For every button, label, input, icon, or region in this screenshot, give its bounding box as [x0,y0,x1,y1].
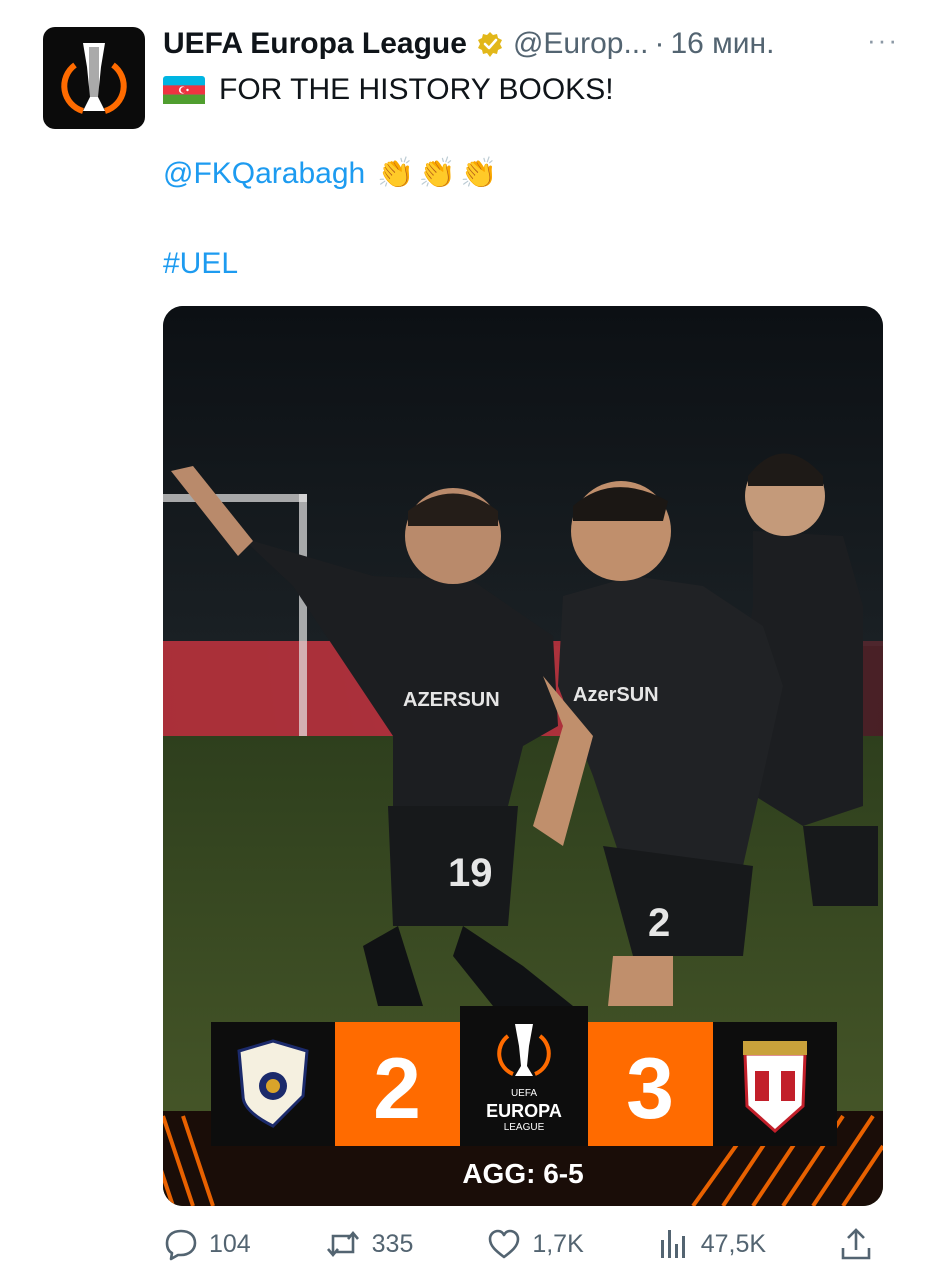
more-options-icon[interactable]: ··· [867,25,899,56]
shirt-sponsor-center: AzerSUN [573,684,659,706]
tweet-media-image[interactable]: 19 AZERSUN 2 AzerSUN 2 UEFA EUROPA LEAGU… [163,306,883,1206]
azerbaijan-flag-icon [163,76,205,104]
heart-icon [489,1229,520,1259]
verified-badge-icon [477,32,502,57]
tweet-headline: FOR THE HISTORY BOOKS! [219,73,614,106]
europa-league-logo-icon [61,43,127,114]
away-score: 3 [626,1041,674,1137]
scoreboard: 2 UEFA EUROPA LEAGUE 3 AGG: 6-5 [163,1006,883,1206]
repost-icon [326,1230,359,1258]
clapping-hands-emoji: 👏👏👏 [377,157,502,190]
match-photo: 19 AZERSUN 2 AzerSUN 2 UEFA EUROPA LEAGU… [163,306,883,1206]
view-count: 47,5K [700,1229,767,1258]
shirt-number-center: 2 [648,901,670,945]
tweet-actions: 104 335 1,7K 47,5K [163,1222,883,1266]
like-button[interactable]: 1,7K [486,1226,584,1262]
reply-button[interactable]: 104 [163,1226,251,1262]
tweet-header: UEFA Europa League @Europ... · 16 мин. [163,22,907,66]
repost-button[interactable]: 335 [324,1226,414,1262]
avatar[interactable] [43,27,145,129]
share-icon [841,1228,871,1260]
shirt-sponsor-left: AZERSUN [403,689,500,711]
logo-text-top: UEFA [511,1088,537,1099]
mention-row: @FKQarabagh 👏👏👏 [163,156,501,191]
shirt-number-left: 19 [448,851,493,895]
reply-icon [165,1229,197,1261]
aggregate-score: AGG: 6-5 [462,1158,583,1189]
separator-dot: · [654,27,665,60]
timestamp[interactable]: 16 мин. [670,27,774,61]
views-chart-icon [660,1230,685,1258]
share-button[interactable] [839,1226,883,1262]
logo-text-main: EUROPA [486,1101,562,1121]
mention-link[interactable]: @FKQarabagh [163,157,365,191]
tweet-text-line: FOR THE HISTORY BOOKS! [163,70,614,110]
logo-text-sub: LEAGUE [504,1122,545,1133]
repost-count: 335 [371,1229,414,1258]
user-handle[interactable]: @Europ... [513,27,649,61]
views-button[interactable]: 47,5K [657,1226,766,1262]
display-name[interactable]: UEFA Europa League [163,27,467,61]
hashtag-link[interactable]: #UEL [163,247,238,281]
home-score: 2 [373,1041,421,1137]
like-count: 1,7K [532,1229,584,1258]
reply-count: 104 [209,1229,251,1258]
